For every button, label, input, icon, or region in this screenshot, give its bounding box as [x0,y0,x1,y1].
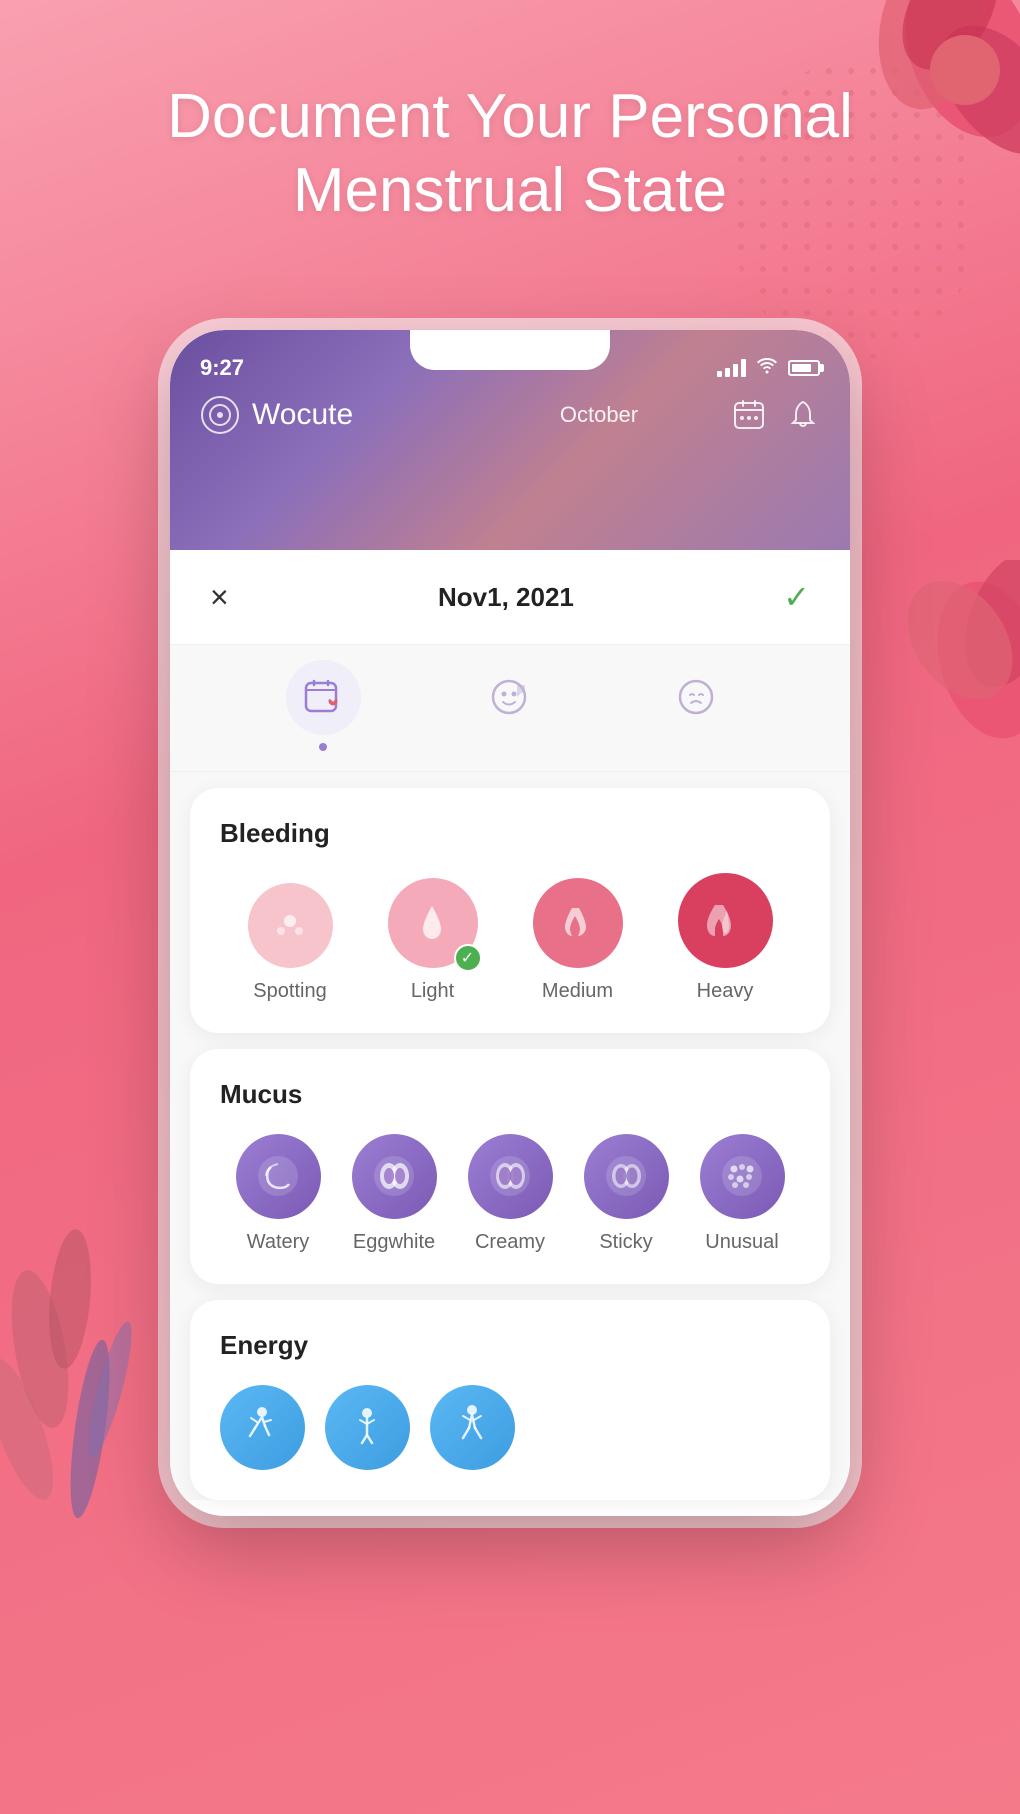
mucus-option-eggwhite[interactable]: Eggwhite [352,1134,437,1254]
signal-icon [717,359,746,377]
heavy-label: Heavy [697,980,754,1003]
bleeding-option-light[interactable]: ✓ Light [388,878,478,1003]
watery-circle [236,1134,321,1219]
tab-mood-bg [472,660,547,735]
bleeding-option-medium[interactable]: Medium [533,878,623,1003]
eggwhite-circle [352,1134,437,1219]
tab-mood[interactable] [472,660,547,751]
mucus-options: Watery Eggwhi [220,1134,800,1254]
mucus-option-watery[interactable]: Watery [236,1134,321,1254]
leaf-left-decoration [0,1149,160,1534]
sticky-circle [584,1134,669,1219]
battery-icon [788,360,820,376]
selected-check-badge: ✓ [454,944,482,972]
creamy-label: Creamy [475,1231,545,1254]
wifi-icon [756,356,778,379]
energy-option-3[interactable] [430,1385,515,1470]
bleeding-option-spotting[interactable]: Spotting [248,883,333,1003]
month-label: October [466,402,732,428]
bleeding-options: Spotting ✓ Light [220,873,800,1003]
modal-header: × Nov1, 2021 ✓ [170,550,850,645]
modal-date-label: Nov1, 2021 [438,582,574,613]
tab-bleeding-bg [286,660,361,735]
notification-icon[interactable] [786,398,820,432]
phone-notch [410,330,610,370]
mucus-section-title: Mucus [220,1079,800,1110]
phone-content: × Nov1, 2021 ✓ [170,550,850,1500]
bleeding-section-card: Bleeding Spotting [190,788,830,1033]
hero-title: Document Your Personal Menstrual State [0,80,1020,229]
energy-option-1[interactable] [220,1385,305,1470]
spotting-label: Spotting [253,980,326,1003]
phone-mockup: 9:27 [170,330,850,1516]
tab-emotion-bg [659,660,734,735]
mucus-option-creamy[interactable]: Creamy [468,1134,553,1254]
creamy-circle [468,1134,553,1219]
status-time: 9:27 [200,347,244,381]
wocute-logo-icon [200,395,240,435]
unusual-circle [700,1134,785,1219]
confirm-button[interactable]: ✓ [783,578,810,616]
medium-label: Medium [542,980,613,1003]
energy-section-card: Energy [190,1300,830,1500]
status-icons [717,348,820,379]
bleeding-tab-icon [301,675,346,720]
phone-frame: 9:27 [170,330,850,1516]
mucus-section-card: Mucus Watery [190,1049,830,1284]
tab-row [170,645,850,772]
bleeding-section-title: Bleeding [220,818,800,849]
energy-circle-2 [325,1385,410,1470]
mucus-option-unusual[interactable]: Unusual [700,1134,785,1254]
flower-right-decoration [840,560,1020,845]
energy-section-title: Energy [220,1330,800,1361]
tab-bleeding[interactable] [286,660,361,751]
header-action-icons [732,398,820,432]
eggwhite-label: Eggwhite [353,1231,435,1254]
energy-circle-1 [220,1385,305,1470]
app-logo-group: Wocute [200,395,466,435]
heavy-circle [678,873,773,968]
bleeding-option-heavy[interactable]: Heavy [678,873,773,1003]
close-button[interactable]: × [210,579,229,616]
medium-circle [533,878,623,968]
app-nav-bar: Wocute October [170,385,850,445]
sticky-label: Sticky [599,1231,652,1254]
watery-label: Watery [247,1231,310,1254]
energy-option-2[interactable] [325,1385,410,1470]
unusual-label: Unusual [705,1231,778,1254]
tab-emotion[interactable] [659,660,734,751]
emotion-tab-icon [674,675,719,720]
light-circle: ✓ [388,878,478,968]
energy-circle-3 [430,1385,515,1470]
mucus-option-sticky[interactable]: Sticky [584,1134,669,1254]
calendar-icon[interactable] [732,398,766,432]
energy-options [220,1385,800,1470]
tab-active-indicator [319,743,327,751]
app-name-label: Wocute [252,398,353,432]
light-label: Light [411,980,454,1003]
spotting-circle [248,883,333,968]
mood-tab-icon [487,675,532,720]
phone-header: 9:27 [170,330,850,550]
